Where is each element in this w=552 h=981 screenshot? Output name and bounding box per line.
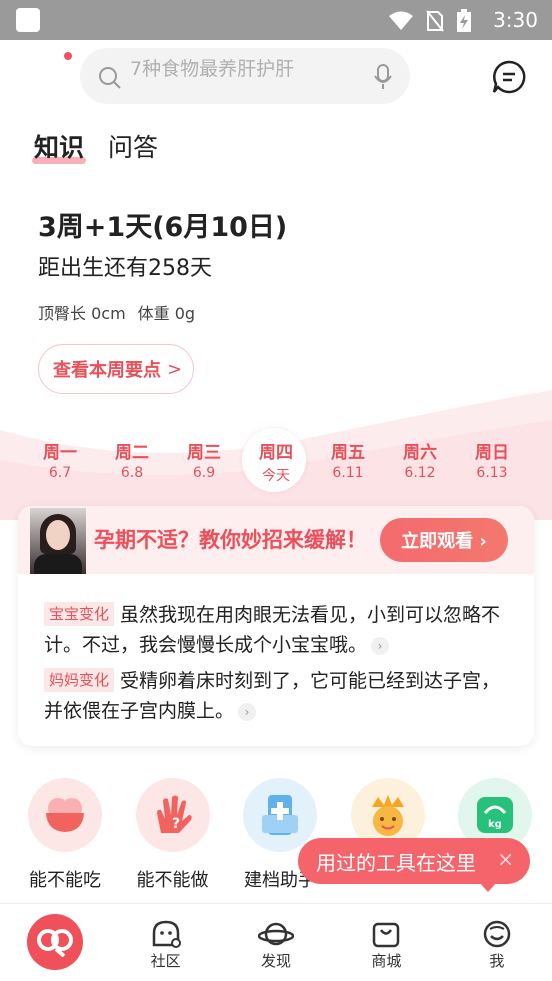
microphone-icon[interactable] (374, 64, 392, 90)
tab-community[interactable]: 社区 (110, 904, 220, 981)
baby-metrics: 顶臀长 0cm 体重 0g (38, 300, 195, 324)
wifi-icon (389, 11, 413, 30)
medical-kit-icon (243, 778, 317, 852)
tool-can-do[interactable]: ? 能不能做 (128, 778, 218, 892)
watch-now-button[interactable]: 立即观看 › (380, 518, 508, 562)
status-bar: 3:30 (0, 0, 552, 40)
expert-avatar (30, 508, 86, 574)
close-icon[interactable]: × (497, 847, 514, 871)
mom-change-item[interactable]: 妈妈变化 受精卵着床时刻到了，它可能已经到达子宫，并依偎在子宫内膜上。 › (44, 666, 514, 726)
day-sun[interactable]: 周日 6.13 (456, 438, 528, 485)
day-fri[interactable]: 周五 6.11 (312, 438, 384, 485)
video-banner[interactable]: 孕期不适？教你妙招来缓解！ 立即观看 › (18, 506, 534, 574)
chevron-right-icon: > (167, 358, 183, 380)
search-placeholder: 7种食物最养肝护肝 (130, 58, 295, 80)
day-sat[interactable]: 周六 6.12 (384, 438, 456, 485)
tab-mall[interactable]: 商城 (331, 904, 441, 981)
day-wed[interactable]: 周三 6.9 (168, 438, 240, 485)
day-tue[interactable]: 周二 6.8 (96, 438, 168, 485)
notification-dot (64, 52, 72, 60)
pregnancy-week-title: 3周+1天(6月10日) (38, 212, 288, 243)
weekly-changes-card: 孕期不适？教你妙招来缓解！ 立即观看 › 宝宝变化 虽然我现在用肉眼无法看见，小到… (18, 506, 534, 746)
tab-home[interactable] (0, 904, 110, 981)
tool-can-eat[interactable]: 能不能吃 (20, 778, 110, 892)
bowl-icon (28, 778, 102, 852)
battery-charging-icon (457, 9, 471, 32)
no-sim-icon (426, 10, 444, 32)
mom-change-tag: 妈妈变化 (44, 668, 115, 692)
content-tabs: 知识 问答 (32, 128, 158, 164)
planet-icon (258, 922, 295, 946)
baby-change-tag: 宝宝变化 (44, 602, 115, 626)
tab-knowledge[interactable]: 知识 (32, 128, 87, 164)
baby-change-item[interactable]: 宝宝变化 虽然我现在用肉眼无法看见，小到可以忽略不计。不过，我会慢慢长成个小宝宝哦… (44, 600, 514, 660)
home-logo-icon (27, 914, 84, 970)
status-icons (388, 9, 472, 33)
bottom-tab-bar: 社区 发现 商城 我 (0, 903, 552, 981)
crown-rump-length: 顶臀长 0cm (38, 304, 126, 323)
status-time: 3:30 (493, 8, 538, 32)
message-icon[interactable] (492, 60, 526, 94)
more-chevron-icon[interactable]: › (371, 637, 390, 655)
search-bar[interactable]: 7种食物最养肝护肝 (80, 48, 410, 104)
tab-qa[interactable]: 问答 (108, 128, 158, 164)
tab-me[interactable]: 我 (442, 904, 552, 981)
tab-discover[interactable]: 发现 (221, 904, 331, 981)
baby-weight: 体重 0g (137, 304, 196, 323)
banner-title: 孕期不适？教你妙招来缓解！ (94, 528, 367, 552)
day-mon[interactable]: 周一 6.7 (24, 438, 96, 485)
more-chevron-icon[interactable]: › (238, 703, 257, 721)
face-icon (483, 920, 511, 948)
day-selector: 周一 6.7 周二 6.8 周三 6.9 周四 今天 周五 6.11 周六 6.12 周日 6… (24, 428, 528, 492)
tools-tooltip[interactable]: 用过的工具在这里 × (298, 838, 530, 892)
day-thu-today[interactable]: 周四 今天 (240, 428, 312, 492)
tooltip-arrow (480, 883, 496, 892)
search-icon (99, 67, 121, 89)
community-icon (152, 920, 181, 948)
svg-text:kg: kg (488, 819, 502, 830)
app-notification-icon (16, 8, 40, 32)
svg-text:?: ? (172, 816, 180, 832)
bag-icon (373, 922, 400, 948)
hand-question-icon: ? (135, 778, 210, 852)
tooltip-text: 用过的工具在这里 (316, 850, 476, 875)
birth-countdown: 距出生还有258天 (38, 256, 212, 281)
